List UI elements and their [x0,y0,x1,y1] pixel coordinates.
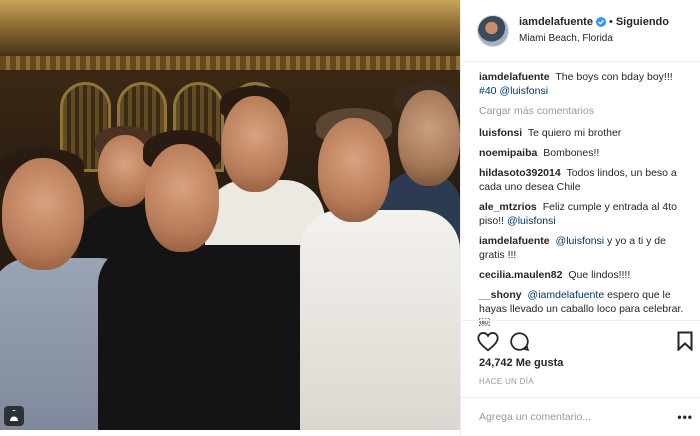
comment-item: cecilia.maulen82 Que lindos!!!! [479,268,693,282]
comment-item: luisfonsi Te quiero mi brother [479,126,693,140]
comment-item: noemipaiba Bombones!! [479,146,693,160]
likes-count[interactable]: 24,742 Me gusta [479,357,563,369]
caption: iamdelafuente The boys con bday boy!!! #… [479,70,693,98]
comment-username[interactable]: luisfonsi [479,127,522,139]
ceiling-molding [0,56,460,70]
comment-text: Que lindos!!!! [568,269,631,281]
heart-icon[interactable] [477,331,499,352]
comments-list: iamdelafuente The boys con bday boy!!! #… [479,70,693,336]
comment-item: hildasoto392014 Todos lindos, un beso a … [479,166,693,194]
verified-badge-icon [595,17,606,27]
comment-text: Te quiero mi brother [527,127,622,139]
comment-username[interactable]: iamdelafuente [479,235,550,247]
avatar[interactable] [477,14,509,47]
load-more-comments-button[interactable]: Cargar más comentarios [479,104,693,118]
post-side-panel: iamdelafuente • Siguiendo Miami Beach, F… [460,0,700,436]
comment-username[interactable]: __shony [479,289,522,301]
comment-username[interactable]: hildasoto392014 [479,167,561,179]
bookmark-icon[interactable] [677,331,693,351]
hashtag-link[interactable]: #40 [479,85,497,97]
post-actions: 24,742 Me gusta HACE UN DÍA ••• [461,320,700,436]
comment-icon[interactable] [509,331,530,352]
location-link[interactable]: Miami Beach, Florida [519,32,669,46]
comment-item: iamdelafuente @luisfonsi y yo a ti y de … [479,234,693,262]
multiple-photos-icon [4,406,24,426]
comment-item: ale_mtzrios Feliz cumple y entrada al 4t… [479,200,693,228]
mention-link[interactable]: @iamdelafuente [528,289,605,301]
add-comment-bar: ••• [461,397,700,435]
comment-username[interactable]: noemipaiba [479,147,537,159]
separator-dot: • [608,16,613,28]
comment-text: Bombones!! [543,147,600,159]
caption-text: The boys con bday boy!!! [555,71,673,83]
post-timestamp[interactable]: HACE UN DÍA [479,377,534,386]
mention-link[interactable]: @luisfonsi [499,85,548,97]
comment-username[interactable]: cecilia.maulen82 [479,269,562,281]
more-options-icon[interactable]: ••• [677,410,693,424]
post-photo[interactable] [0,0,460,430]
ornate-ceiling [0,0,460,60]
post-header: iamdelafuente • Siguiendo Miami Beach, F… [461,0,700,62]
header-username[interactable]: iamdelafuente [519,15,593,29]
following-button[interactable]: Siguiendo [616,15,669,29]
mention-link[interactable]: @luisfonsi [507,215,556,227]
comment-input[interactable] [479,410,678,423]
caption-username[interactable]: iamdelafuente [479,71,550,83]
comment-username[interactable]: ale_mtzrios [479,201,537,213]
mention-link[interactable]: @luisfonsi [556,235,605,247]
